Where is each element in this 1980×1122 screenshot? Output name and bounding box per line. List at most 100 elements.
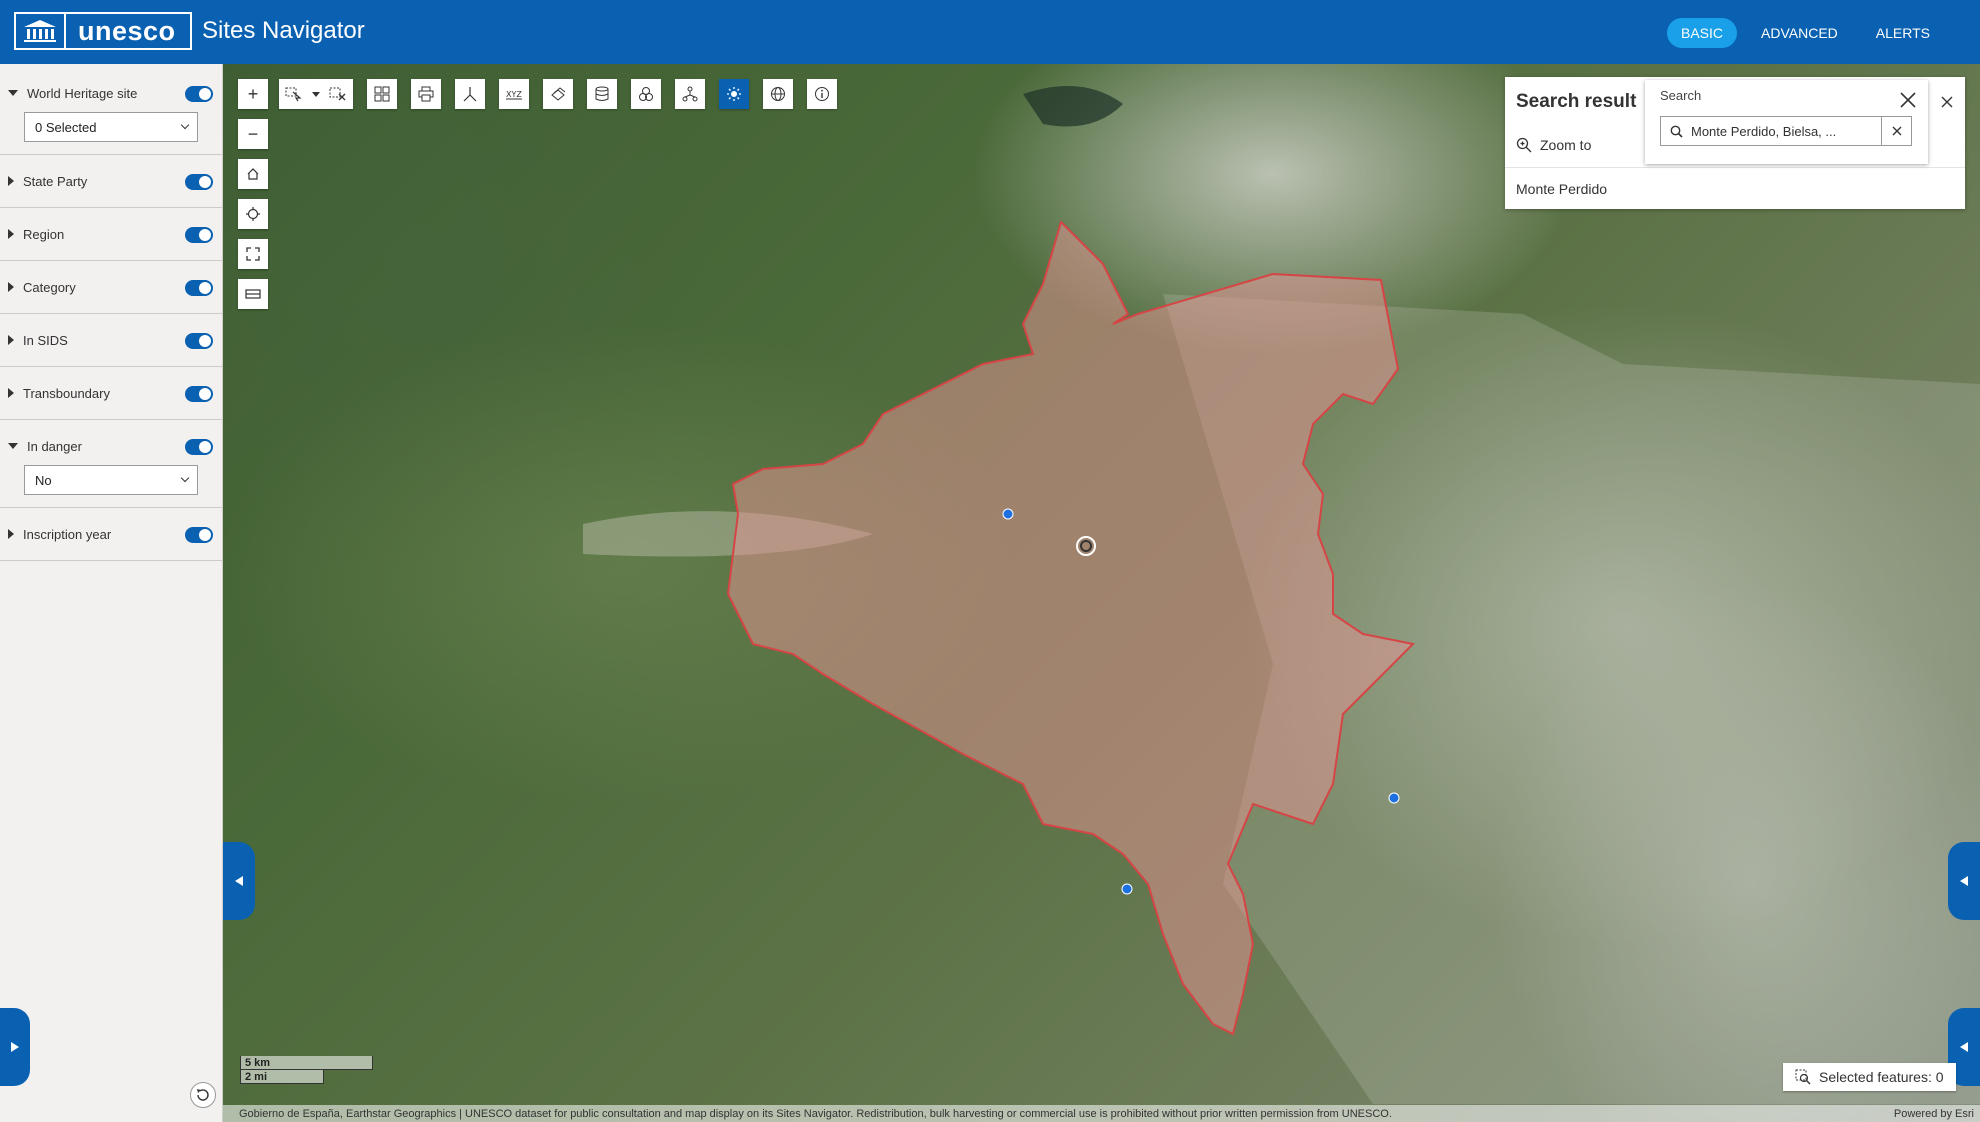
globe-icon: [771, 87, 785, 101]
zoom-to-button[interactable]: Zoom to: [1516, 137, 1591, 153]
compare-button[interactable]: [238, 279, 268, 309]
chevron-down-icon: [180, 120, 190, 130]
data-icon: [595, 86, 609, 101]
site-marker[interactable]: [1121, 883, 1133, 895]
globe-button[interactable]: [763, 79, 793, 109]
world-heritage-site-select[interactable]: 0 Selected: [24, 112, 198, 142]
print-button[interactable]: [411, 79, 441, 109]
daylight-icon: [727, 87, 741, 101]
filter-header[interactable]: State Party: [0, 166, 222, 196]
collapse-sidebar-button[interactable]: [223, 842, 255, 920]
zoom-to-label: Zoom to: [1540, 137, 1592, 153]
filter-label: Inscription year: [23, 526, 112, 542]
powered-by-link[interactable]: Powered by Esri: [1894, 1108, 1974, 1120]
coordinates-button[interactable]: XYZ: [499, 79, 529, 109]
filter-label: In SIDS: [23, 332, 68, 348]
expand-panel-button[interactable]: [0, 1008, 30, 1086]
network-button[interactable]: [675, 79, 705, 109]
nav-alerts[interactable]: ALERTS: [1862, 18, 1944, 48]
map-toolbar: XYZ: [279, 79, 837, 109]
caret-down-icon: [8, 443, 18, 449]
filter-header[interactable]: Transboundary: [0, 378, 222, 408]
swipe-icon: [245, 289, 261, 299]
home-button[interactable]: [238, 159, 268, 189]
filter-state-party: State Party: [0, 155, 222, 208]
basemap-gallery-icon: [374, 86, 390, 102]
print-icon: [418, 86, 434, 102]
locate-button[interactable]: [238, 199, 268, 229]
filter-inscription-year: Inscription year: [0, 508, 222, 561]
select-dropdown-button[interactable]: [309, 79, 323, 109]
filter-label: In danger: [27, 438, 82, 454]
search-label: Search: [1660, 88, 1702, 103]
selection-tools: [279, 79, 353, 109]
daylight-button[interactable]: [719, 79, 749, 109]
select-icon: [285, 87, 302, 102]
chevron-down-icon: [180, 473, 190, 483]
filter-toggle[interactable]: [185, 439, 213, 455]
unesco-logo[interactable]: unesco: [14, 12, 192, 50]
mode-nav: BASIC ADVANCED ALERTS: [1667, 18, 1944, 48]
close-result-button[interactable]: [1941, 95, 1953, 113]
site-marker[interactable]: [1002, 508, 1014, 520]
filter-label: Transboundary: [23, 385, 110, 401]
info-button[interactable]: [807, 79, 837, 109]
reset-filters-button[interactable]: [190, 1082, 216, 1108]
filter-toggle[interactable]: [185, 280, 213, 296]
filter-toggle[interactable]: [185, 174, 213, 190]
filter-label: Region: [23, 226, 65, 242]
measure-button[interactable]: [455, 79, 485, 109]
basemap-gallery-button[interactable]: [367, 79, 397, 109]
scale-bar: 5 km 2 mi: [240, 1056, 373, 1084]
filter-label: World Heritage site: [27, 85, 138, 101]
attribution-text: Gobierno de España, Earthstar Geographic…: [239, 1107, 1392, 1120]
close-icon: [1941, 96, 1953, 108]
nav-basic[interactable]: BASIC: [1667, 18, 1738, 48]
filter-header[interactable]: In SIDS: [0, 325, 222, 355]
filter-toggle[interactable]: [185, 527, 213, 543]
filter-toggle[interactable]: [185, 86, 213, 102]
caret-right-icon: [8, 282, 14, 292]
nav-advanced[interactable]: ADVANCED: [1747, 18, 1852, 48]
home-icon: [247, 168, 259, 180]
select-button[interactable]: [279, 79, 309, 109]
data-button[interactable]: [587, 79, 617, 109]
filter-toggle[interactable]: [185, 227, 213, 243]
scale-mi: 2 mi: [240, 1070, 324, 1084]
search-result-title: Search result: [1516, 91, 1637, 112]
clear-selection-button[interactable]: [323, 79, 353, 109]
map-view[interactable]: + − XYZ 5 km 2 mi: [223, 64, 1980, 1122]
app-header: unesco Sites Navigator BASIC ADVANCED AL…: [0, 0, 1980, 64]
in-danger-select[interactable]: No: [24, 465, 198, 495]
zoom-in-button[interactable]: +: [238, 79, 268, 109]
expand-right-panel-button[interactable]: [1948, 842, 1980, 920]
caret-right-icon: [8, 335, 14, 345]
filter-category: Category: [0, 261, 222, 314]
filter-in-sids: In SIDS: [0, 314, 222, 367]
clear-search-button[interactable]: [1881, 117, 1911, 145]
close-icon: [1892, 126, 1901, 136]
site-marker[interactable]: [1388, 792, 1400, 804]
zoom-out-button[interactable]: −: [238, 119, 268, 149]
filter-toggle[interactable]: [185, 386, 213, 402]
filter-header[interactable]: Region: [0, 219, 222, 249]
search-result-item[interactable]: Monte Perdido: [1516, 181, 1607, 197]
filter-header[interactable]: In danger: [0, 431, 222, 461]
search-input[interactable]: [1691, 123, 1871, 139]
search-panel: Search: [1645, 80, 1928, 164]
selected-features-label: Selected features: 0: [1819, 1069, 1944, 1085]
filter-header[interactable]: Inscription year: [0, 519, 222, 549]
fullscreen-icon: [246, 247, 260, 261]
select-value: 0 Selected: [35, 119, 97, 135]
close-search-button[interactable]: [1900, 86, 1916, 114]
layers-button[interactable]: [543, 79, 573, 109]
selected-features-button[interactable]: Selected features: 0: [1783, 1063, 1956, 1091]
caret-right-icon: [8, 176, 14, 186]
fullscreen-button[interactable]: [238, 239, 268, 269]
caret-right-icon: [8, 388, 14, 398]
filter-sidebar: World Heritage site 0 Selected State Par…: [0, 64, 223, 1122]
filter-header[interactable]: Category: [0, 272, 222, 302]
filter-toggle[interactable]: [185, 333, 213, 349]
analysis-button[interactable]: [631, 79, 661, 109]
filter-header[interactable]: World Heritage site: [0, 78, 222, 108]
